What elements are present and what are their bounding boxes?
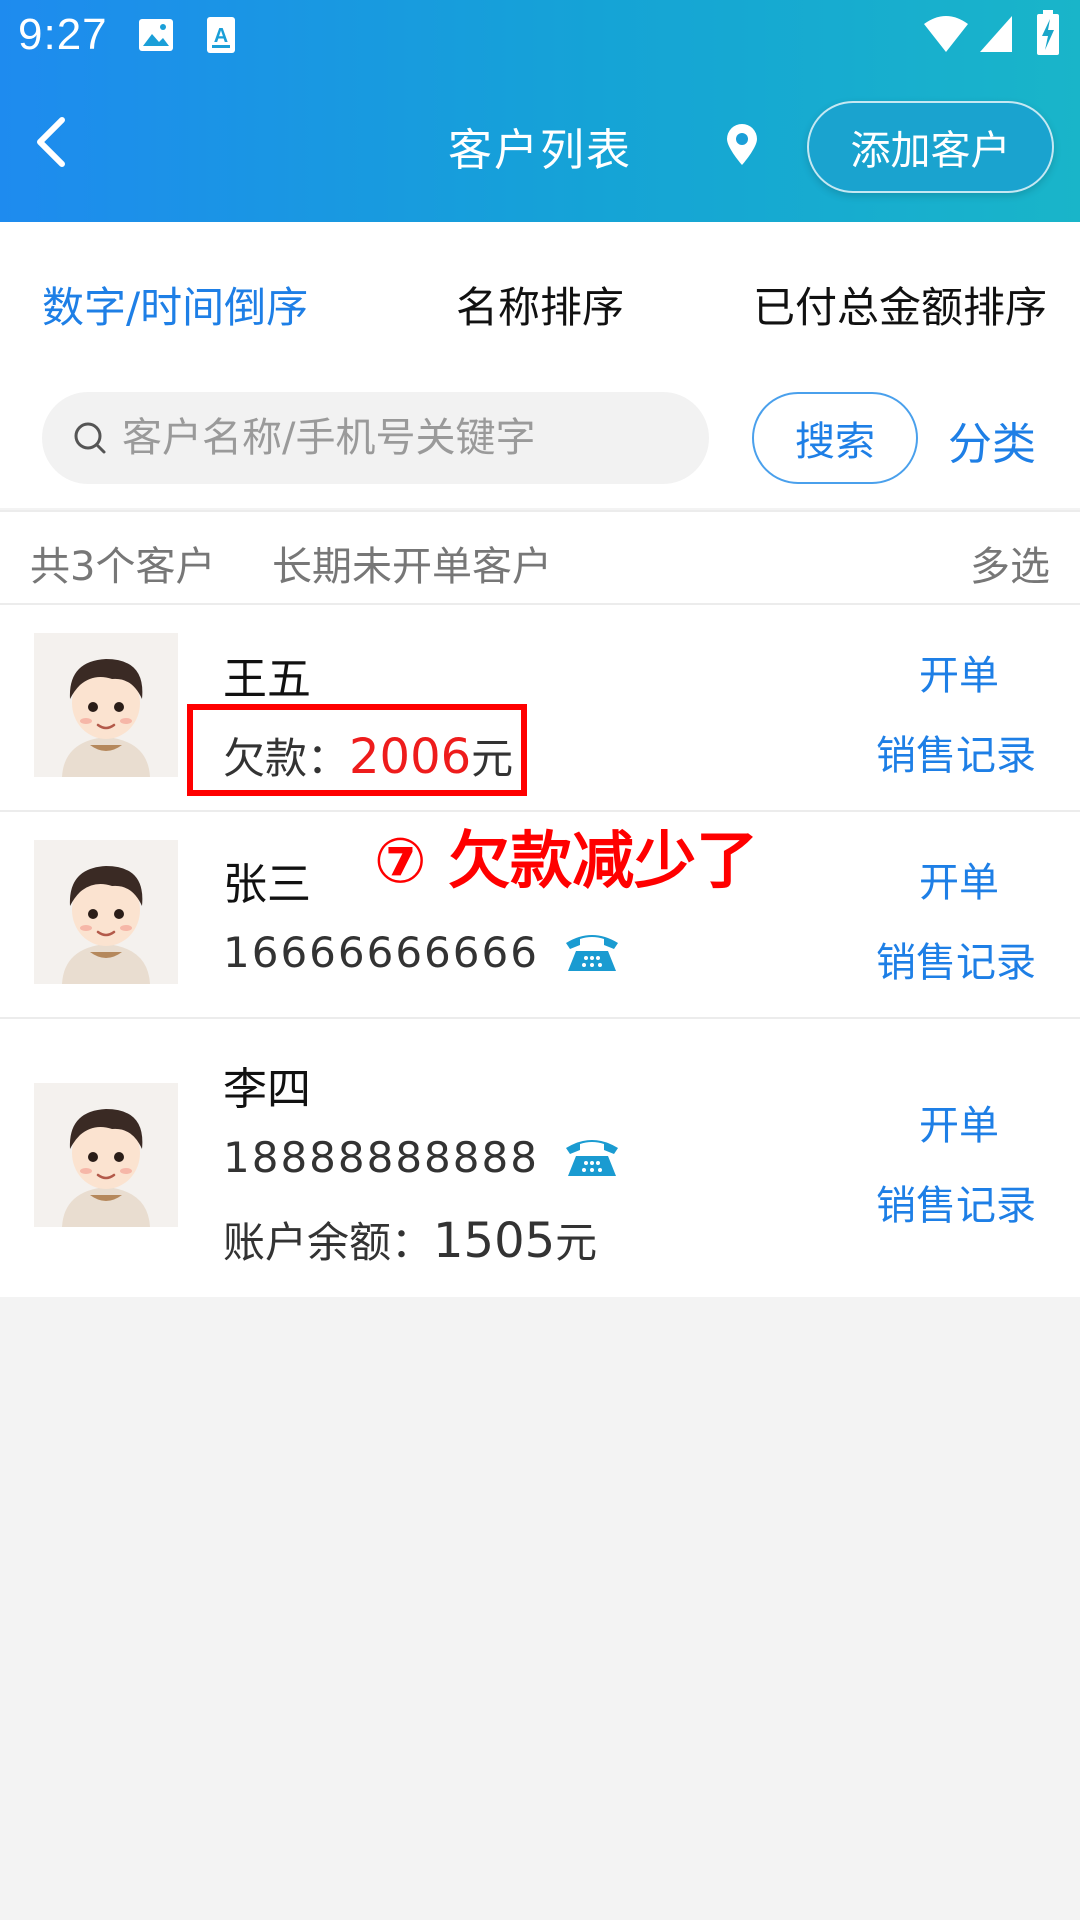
- customer-name: 李四: [223, 1064, 311, 1115]
- location-pin-icon[interactable]: [724, 124, 760, 170]
- search-input[interactable]: [122, 392, 692, 484]
- phone-number: 16666666666: [223, 928, 539, 977]
- avatar: [34, 1083, 178, 1227]
- search-icon: [72, 420, 108, 460]
- a-icon: A: [206, 16, 236, 58]
- highlight-box: [187, 704, 527, 796]
- wifi-icon: [922, 14, 970, 58]
- phone-number: 18888888888: [223, 1133, 539, 1182]
- avatar: [34, 633, 178, 777]
- svg-text:A: A: [214, 25, 228, 47]
- annotation-text: ⑦ 欠款减少了: [374, 824, 759, 897]
- customer-name: 王五: [223, 654, 311, 705]
- balance-line: 账户余额：1505元: [223, 1209, 597, 1270]
- sort-tab-name[interactable]: 名称排序: [456, 274, 624, 335]
- multi-select-button[interactable]: 多选: [970, 534, 1050, 592]
- battery-icon: [1036, 10, 1060, 60]
- customer-count: 共3个客户: [30, 544, 216, 590]
- filter-panel: 数字/时间倒序 名称排序 已付总金额排序 搜索 分类: [0, 222, 1080, 508]
- customer-row[interactable]: 王五 欠款：2006元 开单 销售记录: [0, 603, 1080, 810]
- create-order-button[interactable]: 开单: [919, 1093, 999, 1151]
- sort-tab-paid-amount[interactable]: 已付总金额排序: [753, 274, 1047, 335]
- search-button[interactable]: 搜索: [752, 392, 918, 484]
- avatar: [34, 840, 178, 984]
- status-time: 9:27: [18, 10, 108, 59]
- image-icon: [138, 18, 174, 56]
- sales-record-button[interactable]: 销售记录: [876, 723, 1036, 781]
- phone-line: 18888888888: [223, 1133, 620, 1188]
- category-button[interactable]: 分类: [948, 408, 1036, 472]
- phone-line: 16666666666: [223, 928, 620, 983]
- long-term-inactive-filter[interactable]: 长期未开单客户: [272, 534, 552, 592]
- customer-name: 张三: [223, 859, 311, 910]
- app-header: 9:27 A 客户列表 添加客户: [0, 0, 1080, 222]
- create-order-button[interactable]: 开单: [919, 643, 999, 701]
- create-order-button[interactable]: 开单: [919, 850, 999, 908]
- sort-tab-time[interactable]: 数字/时间倒序: [42, 274, 308, 335]
- balance-unit: 元: [555, 1218, 598, 1267]
- balance-label: 账户余额：: [223, 1218, 434, 1267]
- balance-value: 1505: [433, 1213, 556, 1269]
- customer-row[interactable]: 李四 18888888888 账户余额：1505元 开单 销售记录: [0, 1017, 1080, 1297]
- sales-record-button[interactable]: 销售记录: [876, 1173, 1036, 1231]
- signal-icon: [978, 14, 1014, 58]
- search-field[interactable]: [42, 392, 709, 484]
- add-customer-button[interactable]: 添加客户: [807, 101, 1054, 193]
- phone-icon[interactable]: [564, 1134, 620, 1188]
- sales-record-button[interactable]: 销售记录: [876, 930, 1036, 988]
- phone-icon[interactable]: [564, 929, 620, 983]
- summary-bar: 共3个客户 长期未开单客户 多选: [0, 510, 1080, 603]
